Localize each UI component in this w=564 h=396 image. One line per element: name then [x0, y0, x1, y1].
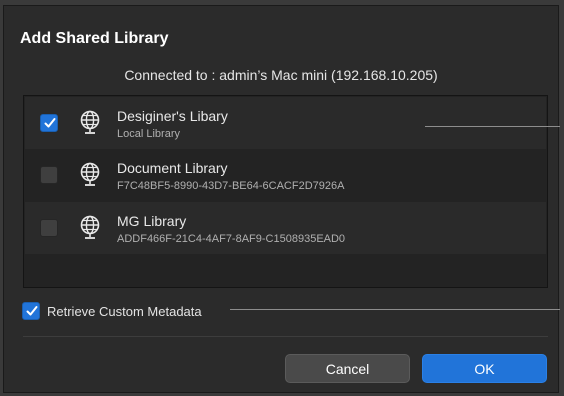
- library-name: MG Library: [117, 213, 187, 229]
- globe-icon: [80, 162, 100, 186]
- ok-button[interactable]: OK: [422, 354, 547, 383]
- callout-line: [230, 309, 560, 310]
- library-row-document[interactable]: Document Library F7C48BF5-8990-43D7-BE64…: [25, 149, 546, 201]
- library-row-mg[interactable]: MG Library ADDF466F-21C4-4AF7-8AF9-C1508…: [25, 202, 546, 254]
- globe-icon: [80, 215, 100, 239]
- retrieve-metadata-label[interactable]: Retrieve Custom Metadata: [47, 304, 202, 319]
- library-row-designers[interactable]: Desiginer's Libary Local Library: [25, 97, 546, 149]
- library-name: Document Library: [117, 160, 228, 176]
- library-name: Desiginer's Libary: [117, 108, 228, 124]
- library-checkbox[interactable]: [40, 219, 58, 237]
- library-list: Desiginer's Libary Local Library Documen…: [23, 95, 548, 288]
- dialog-title: Add Shared Library: [20, 30, 169, 47]
- library-subtitle: Local Library: [117, 128, 180, 140]
- globe-icon: [80, 110, 100, 134]
- cancel-button[interactable]: Cancel: [285, 354, 410, 383]
- library-subtitle: ADDF466F-21C4-4AF7-8AF9-C1508935EAD0: [117, 233, 346, 245]
- library-subtitle: F7C48BF5-8990-43D7-BE64-6CACF2D7926A: [117, 180, 345, 192]
- add-shared-library-dialog: Add Shared Library Connected to : admin’…: [3, 5, 560, 393]
- connection-status: Connected to : admin’s Mac mini (192.168…: [124, 67, 438, 83]
- library-checkbox[interactable]: [40, 166, 58, 184]
- divider: [23, 336, 548, 337]
- checkmark-icon: [26, 306, 38, 316]
- checkmark-icon: [44, 118, 56, 128]
- library-checkbox[interactable]: [40, 114, 58, 132]
- callout-line: [425, 126, 560, 127]
- retrieve-metadata-checkbox[interactable]: [22, 302, 40, 320]
